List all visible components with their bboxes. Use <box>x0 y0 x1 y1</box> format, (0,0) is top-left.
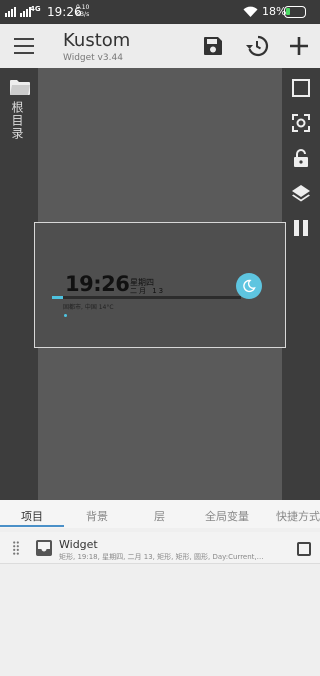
app-title: Kustom <box>63 30 131 51</box>
preview-date: 二月 13 <box>130 287 166 295</box>
tab-bar: 项目 背景 层 全局变量 快捷方式 <box>0 500 320 528</box>
left-panel: 根目录 <box>0 68 38 500</box>
folder-icon[interactable] <box>10 79 30 95</box>
add-icon[interactable] <box>287 34 311 58</box>
preview-progress-bar <box>52 296 241 299</box>
item-list: Widget 矩形, 19:18, 星期四, 二月 13, 矩形, 矩形, 圆形… <box>0 528 320 676</box>
square-icon[interactable] <box>291 78 311 98</box>
menu-icon[interactable] <box>14 38 34 54</box>
tab-shortcuts[interactable]: 快捷方式 <box>276 508 320 524</box>
preview-location: 固都市, 中国 14°C <box>63 304 114 311</box>
pause-icon[interactable] <box>291 218 311 238</box>
tab-items[interactable]: 项目 <box>21 508 43 524</box>
tab-globals[interactable]: 全局变量 <box>205 508 249 524</box>
item-checkbox[interactable] <box>297 542 311 556</box>
battery-percent: 18% <box>262 5 287 18</box>
save-icon[interactable] <box>201 34 225 58</box>
item-name: Widget <box>59 538 98 551</box>
inbox-icon <box>36 540 52 556</box>
preview-progress-fill <box>52 296 64 299</box>
focus-icon[interactable] <box>291 113 311 133</box>
status-bar: 4G 19:26 0.10 KB/s 18% <box>0 0 320 24</box>
list-item[interactable]: Widget 矩形, 19:18, 星期四, 二月 13, 矩形, 矩形, 圆形… <box>0 532 320 564</box>
preview-circle <box>236 273 262 299</box>
battery-icon <box>284 6 306 18</box>
wifi-icon <box>243 6 258 18</box>
speed-value: 0.10 <box>76 4 90 11</box>
drag-handle-icon[interactable] <box>13 541 19 555</box>
root-folder-label[interactable]: 根目录 <box>10 101 26 140</box>
lock-icon[interactable] <box>291 148 311 168</box>
item-description: 矩形, 19:18, 星期四, 二月 13, 矩形, 矩形, 圆形, Day:C… <box>59 553 264 561</box>
signal-icon <box>5 7 31 17</box>
layers-icon[interactable] <box>291 183 311 203</box>
app-subtitle: Widget v3.44 <box>63 53 123 63</box>
history-icon[interactable] <box>245 34 269 58</box>
app-bar: Kustom Widget v3.44 <box>0 24 320 68</box>
network-speed: 0.10 KB/s <box>76 4 89 18</box>
tab-layers[interactable]: 层 <box>154 508 165 524</box>
right-toolbar <box>282 68 320 500</box>
tab-background[interactable]: 背景 <box>86 508 108 524</box>
speed-unit: KB/s <box>76 11 90 18</box>
network-type: 4G <box>30 5 41 13</box>
editor-area: 根目录 19:26 星期四 二月 13 固都市, 中国 14°C <box>0 68 320 500</box>
preview-time: 19:26 <box>65 272 130 296</box>
widget-preview[interactable]: 19:26 星期四 二月 13 固都市, 中国 14°C <box>34 222 286 348</box>
tab-indicator <box>0 525 64 527</box>
preview-dot <box>64 314 67 317</box>
moon-icon <box>243 279 256 293</box>
